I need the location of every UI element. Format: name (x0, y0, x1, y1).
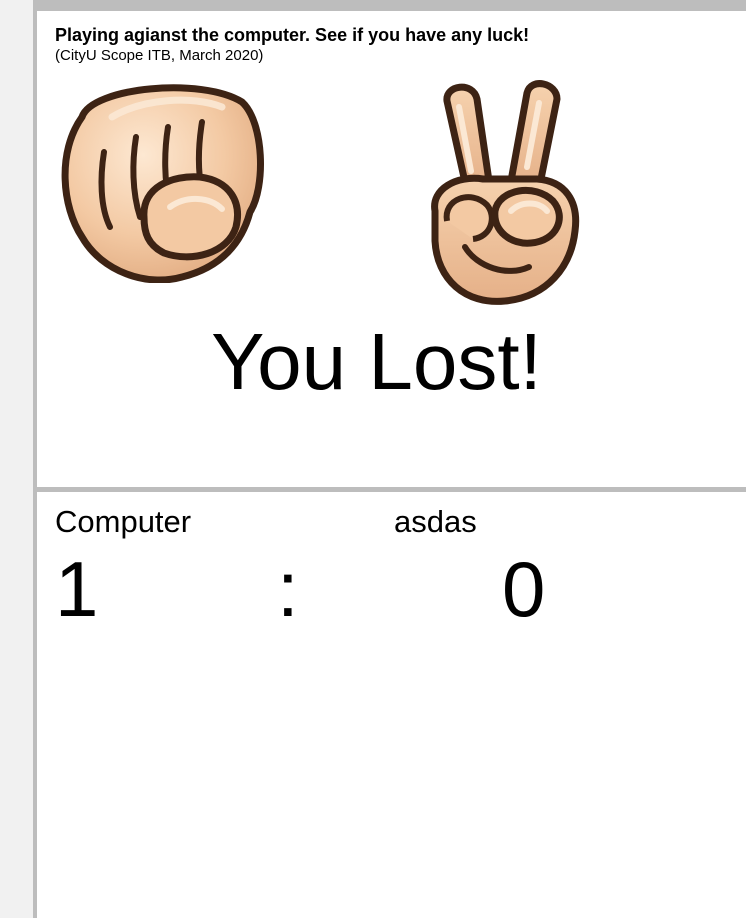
rock-fist-icon (61, 84, 264, 283)
game-panel: Playing agianst the computer. See if you… (37, 11, 746, 487)
computer-score: 1 (55, 545, 99, 633)
player-name-label: asdas (394, 504, 477, 539)
result-message: You Lost! (211, 317, 542, 406)
page-subtitle: (CityU Scope ITB, March 2020) (55, 47, 264, 64)
computer-name-label: Computer (55, 504, 192, 539)
player-score: 0 (502, 545, 546, 633)
page-title: Playing agianst the computer. See if you… (55, 25, 530, 45)
scissors-peace-hand-icon (431, 80, 580, 305)
top-border (33, 0, 746, 11)
left-gutter (0, 0, 33, 918)
scoreboard: Computer asdas 1 : 0 (37, 492, 746, 918)
score-separator: : (277, 545, 299, 633)
